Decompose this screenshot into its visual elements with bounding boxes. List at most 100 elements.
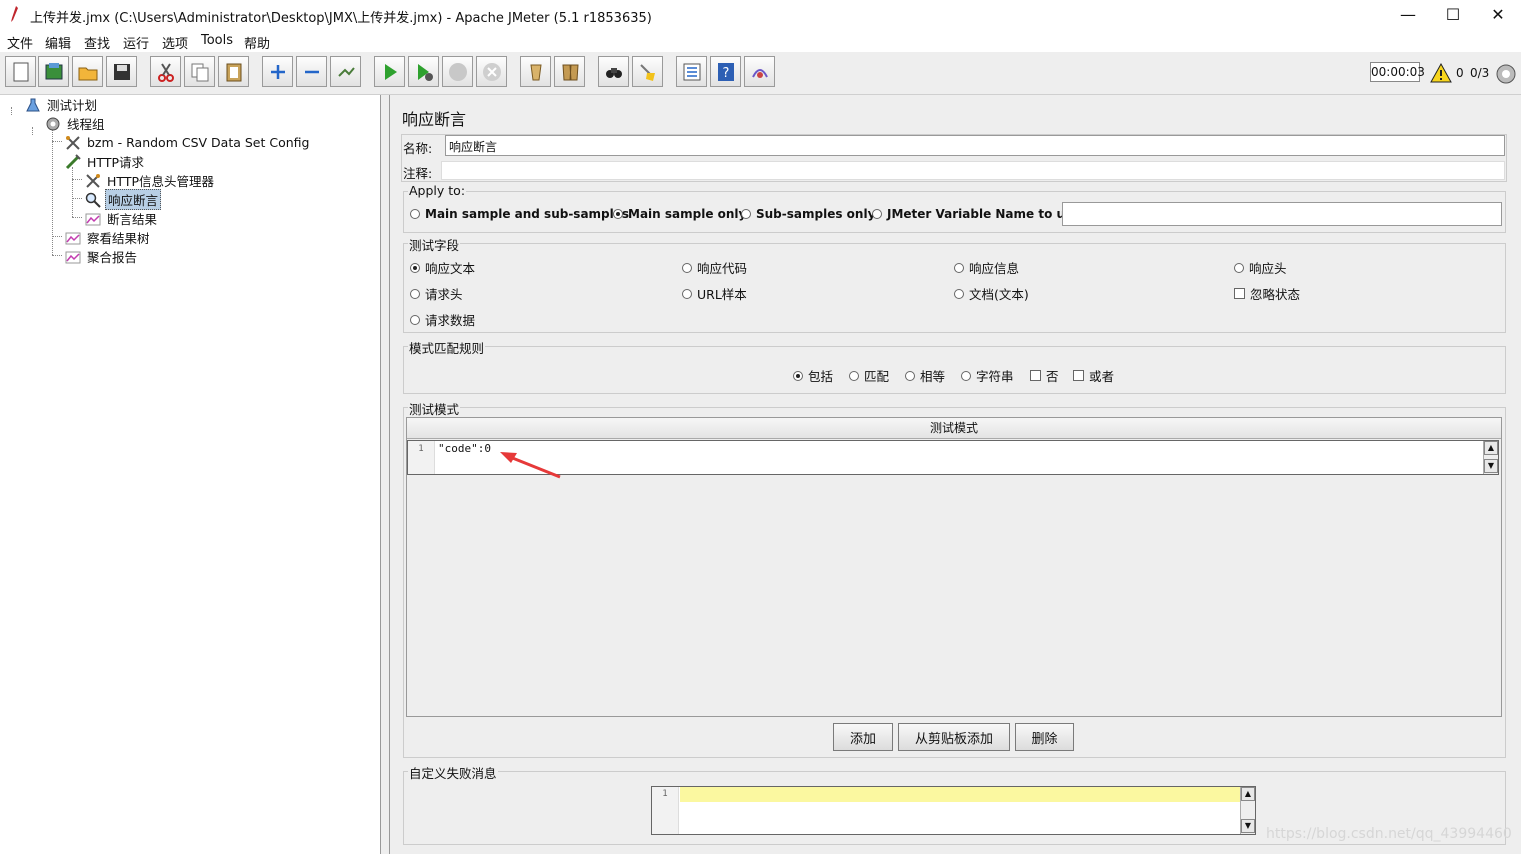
paste-button[interactable]	[218, 56, 249, 87]
radio-label: Main sample only	[628, 207, 747, 221]
apply-main-only-radio[interactable]: Main sample only	[613, 207, 746, 221]
radio-label: Sub-samples only	[756, 207, 876, 221]
failure-scrollbar[interactable]: ▲ ▼	[1240, 787, 1255, 834]
apply-variable-radio[interactable]: JMeter Variable Name to use	[872, 207, 1080, 221]
maximize-button[interactable]: ☐	[1430, 0, 1476, 30]
delete-button[interactable]: 删除	[1015, 723, 1074, 751]
rule-equals-radio[interactable]: 相等	[905, 366, 945, 385]
radio-label: 匹配	[864, 369, 890, 384]
menu-file[interactable]: 文件	[7, 33, 33, 52]
rule-contains-radio[interactable]: 包括	[793, 366, 833, 385]
apply-sub-only-radio[interactable]: Sub-samples only	[741, 207, 875, 221]
scroll-down-icon[interactable]: ▼	[1484, 459, 1498, 473]
minimize-button[interactable]: —	[1385, 0, 1431, 30]
radio-label: 包括	[808, 369, 834, 384]
radio-indicator	[682, 288, 692, 299]
search-button[interactable]	[598, 56, 629, 87]
collapse-all-button[interactable]	[296, 56, 327, 87]
start-button[interactable]	[374, 56, 405, 87]
remote-icon	[751, 68, 768, 78]
remote-status-icon	[1496, 64, 1516, 84]
field-response-text-radio[interactable]: 响应文本	[410, 258, 475, 277]
radio-indicator	[682, 262, 692, 273]
add-from-clipboard-button[interactable]: 从剪贴板添加	[898, 723, 1010, 751]
rule-not-checkbox[interactable]: 否	[1030, 366, 1059, 385]
reset-search-button[interactable]	[632, 56, 663, 87]
ignore-status-checkbox[interactable]: 忽略状态	[1234, 284, 1300, 303]
radio-indicator	[410, 314, 420, 325]
menu-help[interactable]: 帮助	[244, 33, 270, 52]
function-helper-button[interactable]	[676, 56, 707, 87]
menu-options[interactable]: 选项	[162, 33, 188, 52]
radio-indicator	[1234, 262, 1244, 273]
comment-input[interactable]	[441, 161, 1505, 180]
radio-indicator	[954, 288, 964, 299]
radio-indicator	[410, 288, 420, 299]
menu-edit[interactable]: 编辑	[45, 33, 71, 52]
stop-icon	[448, 62, 467, 81]
tree-node-http-request[interactable]: HTTP请求	[64, 152, 146, 171]
cut-button[interactable]	[150, 56, 181, 87]
pattern-scrollbar[interactable]: ▲ ▼	[1483, 441, 1498, 474]
patterns-column-header[interactable]: 测试模式	[407, 418, 1501, 439]
menu-run[interactable]: 运行	[123, 33, 149, 52]
stop-button[interactable]	[442, 56, 473, 87]
tree-node-aggregate-report[interactable]: 聚合报告	[64, 247, 139, 266]
remote-button[interactable]	[744, 56, 775, 87]
matching-rules-title: 模式匹配规则	[408, 338, 486, 357]
rule-substring-radio[interactable]: 字符串	[961, 366, 1014, 385]
pattern-editor[interactable]	[407, 440, 1499, 475]
open-button[interactable]	[72, 56, 103, 87]
field-url-sampled-radio[interactable]: URL样本	[682, 284, 747, 303]
toggle-button[interactable]	[330, 56, 361, 87]
scroll-down-icon[interactable]: ▼	[1241, 819, 1255, 833]
new-button[interactable]	[5, 56, 36, 87]
title-bar: 上传并发.jmx (C:\Users\Administrator\Desktop…	[0, 0, 1521, 30]
tree-node-label: 线程组	[67, 117, 105, 132]
field-response-code-radio[interactable]: 响应代码	[682, 258, 747, 277]
rule-matches-radio[interactable]: 匹配	[849, 366, 889, 385]
warning-icon[interactable]	[1430, 63, 1452, 83]
apply-main-and-sub-radio[interactable]: Main sample and sub-samples	[410, 207, 629, 221]
help-button[interactable]: ?	[710, 56, 741, 87]
scroll-up-icon[interactable]: ▲	[1484, 441, 1498, 455]
tree-node-response-assertion[interactable]: 响应断言	[84, 189, 162, 210]
shutdown-button[interactable]	[476, 56, 507, 87]
tree-node-thread-group[interactable]: 线程组	[44, 114, 107, 133]
clear-all-button[interactable]	[554, 56, 585, 87]
radio-label: 文档(文本)	[969, 287, 1029, 302]
collapse-icon	[304, 70, 319, 73]
tree-node-view-results-tree[interactable]: 察看结果树	[64, 228, 152, 247]
reset-search-icon	[639, 63, 655, 81]
start-no-pause-button[interactable]	[408, 56, 439, 87]
field-document-radio[interactable]: 文档(文本)	[954, 284, 1029, 303]
name-input[interactable]: 响应断言	[445, 135, 1505, 156]
failure-current-line	[680, 787, 1240, 802]
menu-search[interactable]: 查找	[84, 33, 110, 52]
clear-button[interactable]	[520, 56, 551, 87]
copy-button[interactable]	[184, 56, 215, 87]
rule-or-checkbox[interactable]: 或者	[1073, 366, 1114, 385]
tree-node-header-manager[interactable]: HTTP信息头管理器	[84, 171, 216, 190]
field-request-headers-radio[interactable]: 请求头	[410, 284, 463, 303]
split-pane-divider[interactable]	[381, 95, 390, 854]
tree-node-label: HTTP信息头管理器	[107, 174, 214, 189]
variable-name-input[interactable]	[1062, 202, 1502, 226]
tree-node-csv-config[interactable]: bzm - Random CSV Data Set Config	[64, 133, 311, 152]
field-response-headers-radio[interactable]: 响应头	[1234, 258, 1287, 277]
close-button[interactable]: ✕	[1475, 0, 1521, 30]
add-button[interactable]: 添加	[833, 723, 893, 751]
tree-node-test-plan[interactable]: 测试计划	[24, 95, 99, 114]
field-request-data-radio[interactable]: 请求数据	[410, 310, 475, 329]
expand-all-button[interactable]	[262, 56, 293, 87]
menu-tools[interactable]: Tools	[201, 33, 233, 48]
thread-group-icon	[44, 116, 62, 132]
templates-button[interactable]	[38, 56, 69, 87]
save-button[interactable]	[106, 56, 137, 87]
svg-text:?: ?	[722, 66, 729, 81]
field-response-message-radio[interactable]: 响应信息	[954, 258, 1019, 277]
tree-node-assertion-results[interactable]: 断言结果	[84, 209, 159, 228]
config-tool-icon	[64, 135, 82, 151]
start-no-pause-icon	[417, 63, 433, 81]
scroll-up-icon[interactable]: ▲	[1241, 787, 1255, 801]
